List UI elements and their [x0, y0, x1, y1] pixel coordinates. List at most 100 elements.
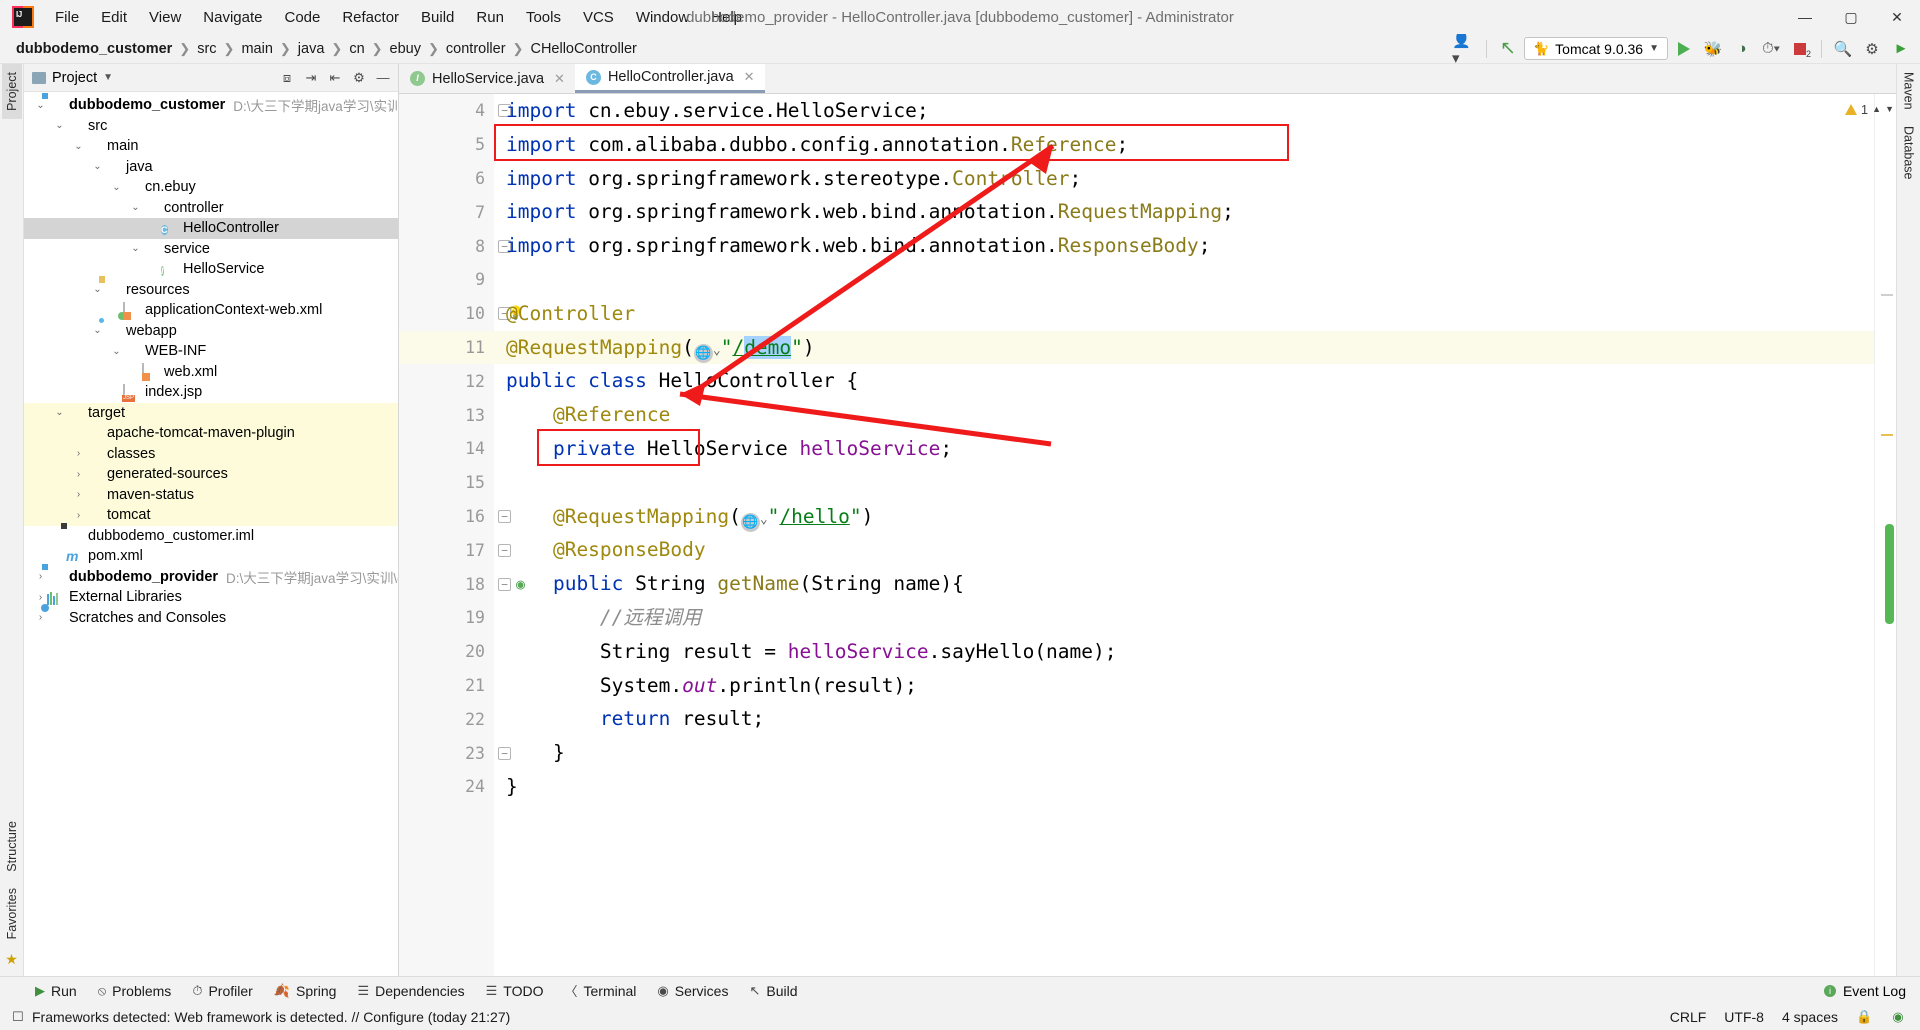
chevron-down-icon[interactable]: ▼ [1885, 104, 1894, 114]
stripe-button-favorites[interactable]: Favorites [2, 880, 22, 947]
gutter-line-17[interactable]: 17− [399, 533, 511, 567]
menu-build[interactable]: Build [410, 5, 465, 30]
breadcrumb-item-main[interactable]: main [237, 39, 276, 59]
tree-node-target[interactable]: ⌄ target [24, 402, 398, 423]
collapse-scope-icon[interactable]: ⧈ [278, 70, 296, 86]
menu-vcs[interactable]: VCS [572, 5, 625, 30]
error-stripe[interactable]: 1 ▲ ▼ [1844, 94, 1896, 976]
inspection-summary[interactable]: 1 ▲ ▼ [1844, 94, 1896, 124]
close-icon[interactable]: ✕ [744, 69, 755, 85]
tree-node-generated-sources[interactable]: › generated-sources [24, 464, 398, 485]
code-line-11[interactable]: @RequestMapping(🌐⌄"/demo") [494, 330, 1874, 365]
code-line-15[interactable] [494, 466, 1874, 500]
stripe-button-structure[interactable]: Structure [2, 813, 22, 880]
chevron-down-icon[interactable]: ⌄ [129, 202, 142, 213]
code-line-4[interactable]: import cn.ebuy.service.HelloService; [494, 94, 1874, 128]
chevron-right-icon[interactable]: › [72, 448, 85, 459]
breadcrumb-item-java[interactable]: java [294, 39, 329, 59]
chevron-right-icon[interactable]: › [72, 510, 85, 521]
run-with-coverage-button[interactable]: ◑ [1729, 37, 1755, 61]
tree-node-index-jsp[interactable]: index.jsp [24, 382, 398, 403]
code-line-8[interactable]: import org.springframework.web.bind.anno… [494, 229, 1874, 263]
event-log-button[interactable]: i Event Log [1823, 983, 1914, 999]
chevron-down-icon[interactable]: ⌄ [53, 407, 66, 418]
menu-refactor[interactable]: Refactor [331, 5, 410, 30]
tree-node-controller[interactable]: ⌄ controller [24, 198, 398, 219]
inspection-icon[interactable]: ◉ [1890, 1009, 1906, 1025]
code-line-16[interactable]: @RequestMapping(🌐⌄"/hello") [494, 500, 1874, 534]
gutter-line-9[interactable]: 9 [399, 263, 494, 297]
user-icon[interactable]: 👤▾ [1452, 32, 1478, 67]
tree-node-tomcat[interactable]: › tomcat [24, 505, 398, 526]
chevron-right-icon[interactable]: › [34, 612, 47, 623]
gear-icon[interactable]: ⚙ [1859, 37, 1885, 61]
hide-icon[interactable]: — [374, 70, 392, 85]
gutter-line-12[interactable]: 12 [399, 364, 494, 398]
maximize-button[interactable]: ▢ [1828, 0, 1874, 34]
editor-tab-helloservice[interactable]: I HelloService.java ✕ [399, 64, 575, 93]
gutter-line-11[interactable]: 11− [399, 330, 511, 365]
code-line-22[interactable]: return result; [494, 702, 1874, 736]
menu-run[interactable]: Run [465, 5, 515, 30]
expand-all-icon[interactable]: ⇥ [302, 70, 320, 86]
breadcrumb-item-controller[interactable]: controller [442, 39, 510, 59]
tool-window-problems[interactable]: ⦸ Problems [89, 980, 181, 1002]
url-globe-icon[interactable]: 🌐⌄ [740, 505, 768, 532]
tool-window-run[interactable]: ▶ Run [26, 980, 86, 1002]
chevron-down-icon[interactable]: ⌄ [129, 243, 142, 254]
tree-node-external-libraries[interactable]: › External Libraries [24, 587, 398, 608]
search-icon[interactable]: 🔍 [1830, 37, 1856, 61]
gutter-line-21[interactable]: 21 [399, 669, 494, 703]
profiler-button[interactable]: ⏱▾ [1758, 37, 1784, 61]
code-line-19[interactable]: //远程调用 [494, 601, 1874, 635]
tree-node-web-xml[interactable]: web.xml [24, 362, 398, 383]
chevron-right-icon[interactable]: › [72, 469, 85, 480]
tool-window-todo[interactable]: ☰ TODO [477, 980, 553, 1002]
tree-node-helloservice[interactable]: I HelloService [24, 259, 398, 280]
chevron-right-icon[interactable]: › [72, 489, 85, 500]
code-line-9[interactable] [494, 263, 1874, 297]
lock-icon[interactable]: 🔒 [1856, 1009, 1872, 1025]
gutter-line-6[interactable]: 6 [399, 162, 494, 196]
close-button[interactable]: ✕ [1874, 0, 1920, 34]
gutter-line-15[interactable]: 15 [399, 466, 494, 500]
tool-window-dependencies[interactable]: ☰ Dependencies [348, 980, 473, 1002]
tree-node-web-inf[interactable]: ⌄ WEB-INF [24, 341, 398, 362]
menu-code[interactable]: Code [273, 5, 331, 30]
gutter-line-14[interactable]: 14 [399, 432, 494, 466]
stripe-button-project[interactable]: Project [1, 64, 22, 119]
chevron-down-icon[interactable]: ▼ [103, 72, 113, 83]
tool-window-services[interactable]: ◉ Services [648, 980, 737, 1002]
run-button[interactable] [1671, 37, 1697, 61]
editor-gutter[interactable]: 4−5678−910−💡11−1213141516−17−18−◉1920212… [399, 94, 525, 976]
chevron-right-icon[interactable]: › [34, 571, 47, 582]
tool-window-build[interactable]: ↖ Build [740, 980, 806, 1002]
run-configuration-selector[interactable]: 🐈 Tomcat 9.0.36 ▼ [1523, 37, 1668, 60]
chevron-up-icon[interactable]: ▲ [1872, 104, 1881, 114]
code-line-14[interactable]: private HelloService helloService; [494, 432, 1874, 466]
code-line-18[interactable]: public String getName(String name){ [494, 567, 1874, 601]
breadcrumb-item-project[interactable]: dubbodemo_customer [12, 39, 176, 59]
tree-node-java[interactable]: ⌄ java [24, 157, 398, 178]
code-line-6[interactable]: import org.springframework.stereotype.Co… [494, 162, 1874, 196]
breadcrumb-item-cn[interactable]: cn [345, 39, 368, 59]
gutter-line-23[interactable]: 23− [399, 736, 511, 770]
collapse-all-icon[interactable]: ⇤ [326, 70, 344, 86]
tree-node-hellocontroller[interactable]: C HelloController [24, 218, 398, 239]
code-content[interactable]: import cn.ebuy.service.HelloService; impo… [494, 94, 1874, 976]
tool-window-profiler[interactable]: ⏱ Profiler [183, 980, 262, 1002]
gutter-line-4[interactable]: 4− [399, 94, 511, 128]
editor-scrollbar-thumb[interactable] [1885, 524, 1894, 624]
menu-navigate[interactable]: Navigate [192, 5, 273, 30]
tree-node-pom-xml[interactable]: m pom.xml [24, 546, 398, 567]
code-line-13[interactable]: @Reference [494, 398, 1874, 432]
chevron-down-icon[interactable]: ⌄ [91, 284, 104, 295]
tree-node-resources[interactable]: ⌄ resources [24, 280, 398, 301]
tree-node-maven-status[interactable]: › maven-status [24, 484, 398, 505]
editor-tab-hellocontroller[interactable]: C HelloController.java ✕ [574, 64, 765, 93]
gutter-line-13[interactable]: 13 [399, 398, 494, 432]
tree-node-src[interactable]: ⌄ src [24, 116, 398, 137]
menu-file[interactable]: File [44, 5, 90, 30]
code-line-12[interactable]: public class HelloController { [494, 364, 1874, 398]
gutter-line-19[interactable]: 19 [399, 601, 494, 635]
